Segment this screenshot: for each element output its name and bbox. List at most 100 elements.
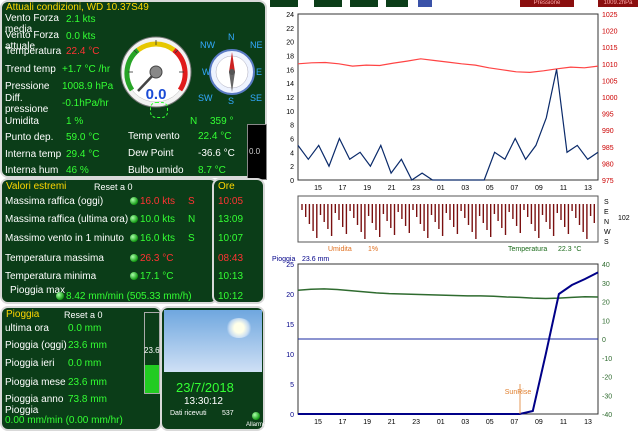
rain-chart-value: 23.6 mm — [302, 256, 330, 263]
rain-year-label: Pioggia anno — [5, 394, 64, 405]
rain-today-label: Pioggia (oggi) — [5, 340, 67, 351]
y-left-tick-label: 10 — [286, 352, 294, 359]
side-value-box: 0.0 — [247, 124, 267, 180]
hours-panel: Ore 10:05 13:09 10:07 08:43 10:13 10:12 — [212, 178, 265, 304]
temperature-value: 22.4 °C — [66, 46, 100, 57]
rain-month-value: 23.6 mm — [68, 377, 107, 388]
rain-rate-value: 0.00 mm/min (0.00 mm/hr) — [5, 415, 123, 426]
compass-axis-label: S — [604, 199, 609, 206]
x-tick-label: 13 — [584, 185, 592, 192]
compass-axis-label: S — [604, 239, 609, 246]
rain-last-hour-label: ultima ora — [5, 323, 49, 334]
x-tick-label: 13 — [584, 419, 592, 426]
y-left-tick-label: 0 — [290, 178, 294, 185]
y-left-tick-label: 2 — [290, 164, 294, 171]
pressure-label: Pressione — [5, 81, 50, 92]
x-tick-label: 05 — [486, 419, 494, 426]
wind-chill-value: 22.4 °C — [198, 131, 232, 142]
extremes-title: Valori estremi — [6, 181, 67, 192]
x-tick-label: 05 — [486, 185, 494, 192]
x-tick-label: 07 — [510, 185, 518, 192]
y-right-tick-label: 975 — [602, 178, 614, 185]
y-right-tick-label: 1000 — [602, 95, 618, 102]
y-left-tick-label: 24 — [286, 12, 294, 19]
sky-image — [164, 310, 262, 372]
rain-gauge-label: 23.6 — [144, 346, 160, 355]
x-tick-label: 11 — [560, 185, 567, 192]
extreme-led-icon — [56, 292, 64, 300]
direction-chart-svg: SENWS102 — [297, 195, 630, 246]
extreme-gust-today-value: 16.0 kts — [140, 196, 176, 207]
y-right-tick-label: -20 — [602, 375, 612, 382]
y-right-tick-label: 1015 — [602, 45, 618, 52]
y-left-tick-label: 20 — [286, 292, 294, 299]
data-received-value: 537 — [222, 410, 234, 417]
extreme-rain-max-value: 8.42 mm/min (505.33 mm/h) — [66, 291, 192, 302]
temperature-legend-value: 22.3 °C — [558, 246, 582, 253]
internal-temp-value: 29.4 °C — [66, 149, 100, 160]
y-right-tick-label: 0 — [602, 337, 606, 344]
direction-chart: S E N W S 102 Umidita 1% Temperatura 22.3 °C — [268, 194, 640, 258]
hour-gust-today: 10:05 — [218, 196, 244, 207]
x-tick-label: 09 — [535, 185, 543, 192]
pressione-tab[interactable]: Pressione — [520, 0, 574, 7]
x-tick-label: 03 — [461, 185, 469, 192]
top-tab-4[interactable] — [386, 0, 408, 7]
time-label: 13:30:12 — [184, 396, 223, 407]
extreme-gust-today-label: Massima raffica (oggi) — [5, 196, 104, 207]
x-tick-label: 15 — [314, 419, 322, 426]
temperature-label: Temperatura — [5, 46, 62, 57]
rain-today-value: 23.6 mm — [68, 340, 107, 351]
wet-bulb-value: 8.7 °C — [198, 165, 226, 176]
compass-axis-label: E — [604, 209, 609, 216]
y-right-tick-label: 40 — [602, 262, 610, 269]
extreme-led-icon — [130, 197, 138, 205]
y-left-tick-label: 4 — [290, 150, 294, 157]
wind-direction-compass: N NW NE W E SW S SE — [198, 32, 263, 106]
date-label: 23/7/2018 — [176, 380, 234, 395]
rain-reset-button[interactable]: Reset a 0 — [64, 310, 103, 320]
y-left-tick-label: 15 — [286, 322, 294, 329]
compass-se-label: SE — [250, 93, 263, 103]
top-tab-1[interactable] — [270, 0, 298, 7]
alarm-label[interactable]: Allarme — [246, 422, 266, 428]
hour-temp-max: 08:43 — [218, 253, 244, 264]
y-right-tick-label: 985 — [602, 145, 614, 152]
humidity-value: 1 % — [66, 116, 84, 127]
extreme-led-icon — [130, 272, 138, 280]
top-tab-5[interactable] — [418, 0, 432, 7]
current-conditions-panel: Attuali condizioni, WD 10.37S49 Vento Fo… — [0, 0, 267, 180]
wind-speed-gauge: 0.0 — [120, 36, 192, 108]
top-tab-3[interactable] — [350, 0, 378, 7]
rain-chart-label: Pioggia — [272, 256, 296, 263]
top-tab-2[interactable] — [314, 0, 342, 7]
extremes-panel: Valori estremi Reset a 0 Massima raffica… — [0, 178, 218, 304]
x-tick-label: 09 — [535, 419, 543, 426]
y-left-tick-label: 16 — [286, 67, 294, 74]
pressure-value: 1008.9 hPa — [62, 81, 114, 92]
current-conditions-title: Attuali condizioni, WD 10.37S49 — [6, 2, 149, 13]
humidity-label: Umidita — [5, 116, 39, 127]
y-left-tick-label: 8 — [290, 123, 294, 130]
compass-axis-label: W — [604, 229, 611, 236]
y-left-tick-label: 10 — [286, 109, 294, 116]
extremes-reset-button[interactable]: Reset a 0 — [94, 182, 133, 192]
x-tick-label: 19 — [363, 185, 371, 192]
data-received-label: Dati ricevuti — [170, 410, 207, 417]
extreme-led-icon — [130, 234, 138, 242]
digital-indicator-icon — [150, 102, 168, 118]
compass-e-label: E — [256, 67, 263, 77]
y-left-tick-label: 25 — [286, 262, 294, 269]
rain-title: Pioggia — [6, 309, 40, 320]
temp-rain-chart-svg: 0510152025-40-30-20-1001020304015 17 19 21 2… — [286, 262, 612, 426]
x-tick-label: 01 — [437, 185, 445, 192]
extreme-temp-max-value: 26.3 °C — [140, 253, 174, 264]
x-tick-label: 03 — [461, 419, 469, 426]
x-tick-label: 17 — [339, 185, 347, 192]
rain-month-label: Pioggia mese — [5, 377, 66, 388]
rain-panel: Pioggia Reset a 0 ultima ora 0.0 mm Piog… — [0, 306, 162, 431]
rain-yesterday-label: Pioggia ieri — [5, 358, 55, 369]
hour-rain-max: 10:12 — [218, 291, 244, 302]
y-left-tick-label: 22 — [286, 26, 294, 33]
y-left-tick-label: 20 — [286, 40, 294, 47]
